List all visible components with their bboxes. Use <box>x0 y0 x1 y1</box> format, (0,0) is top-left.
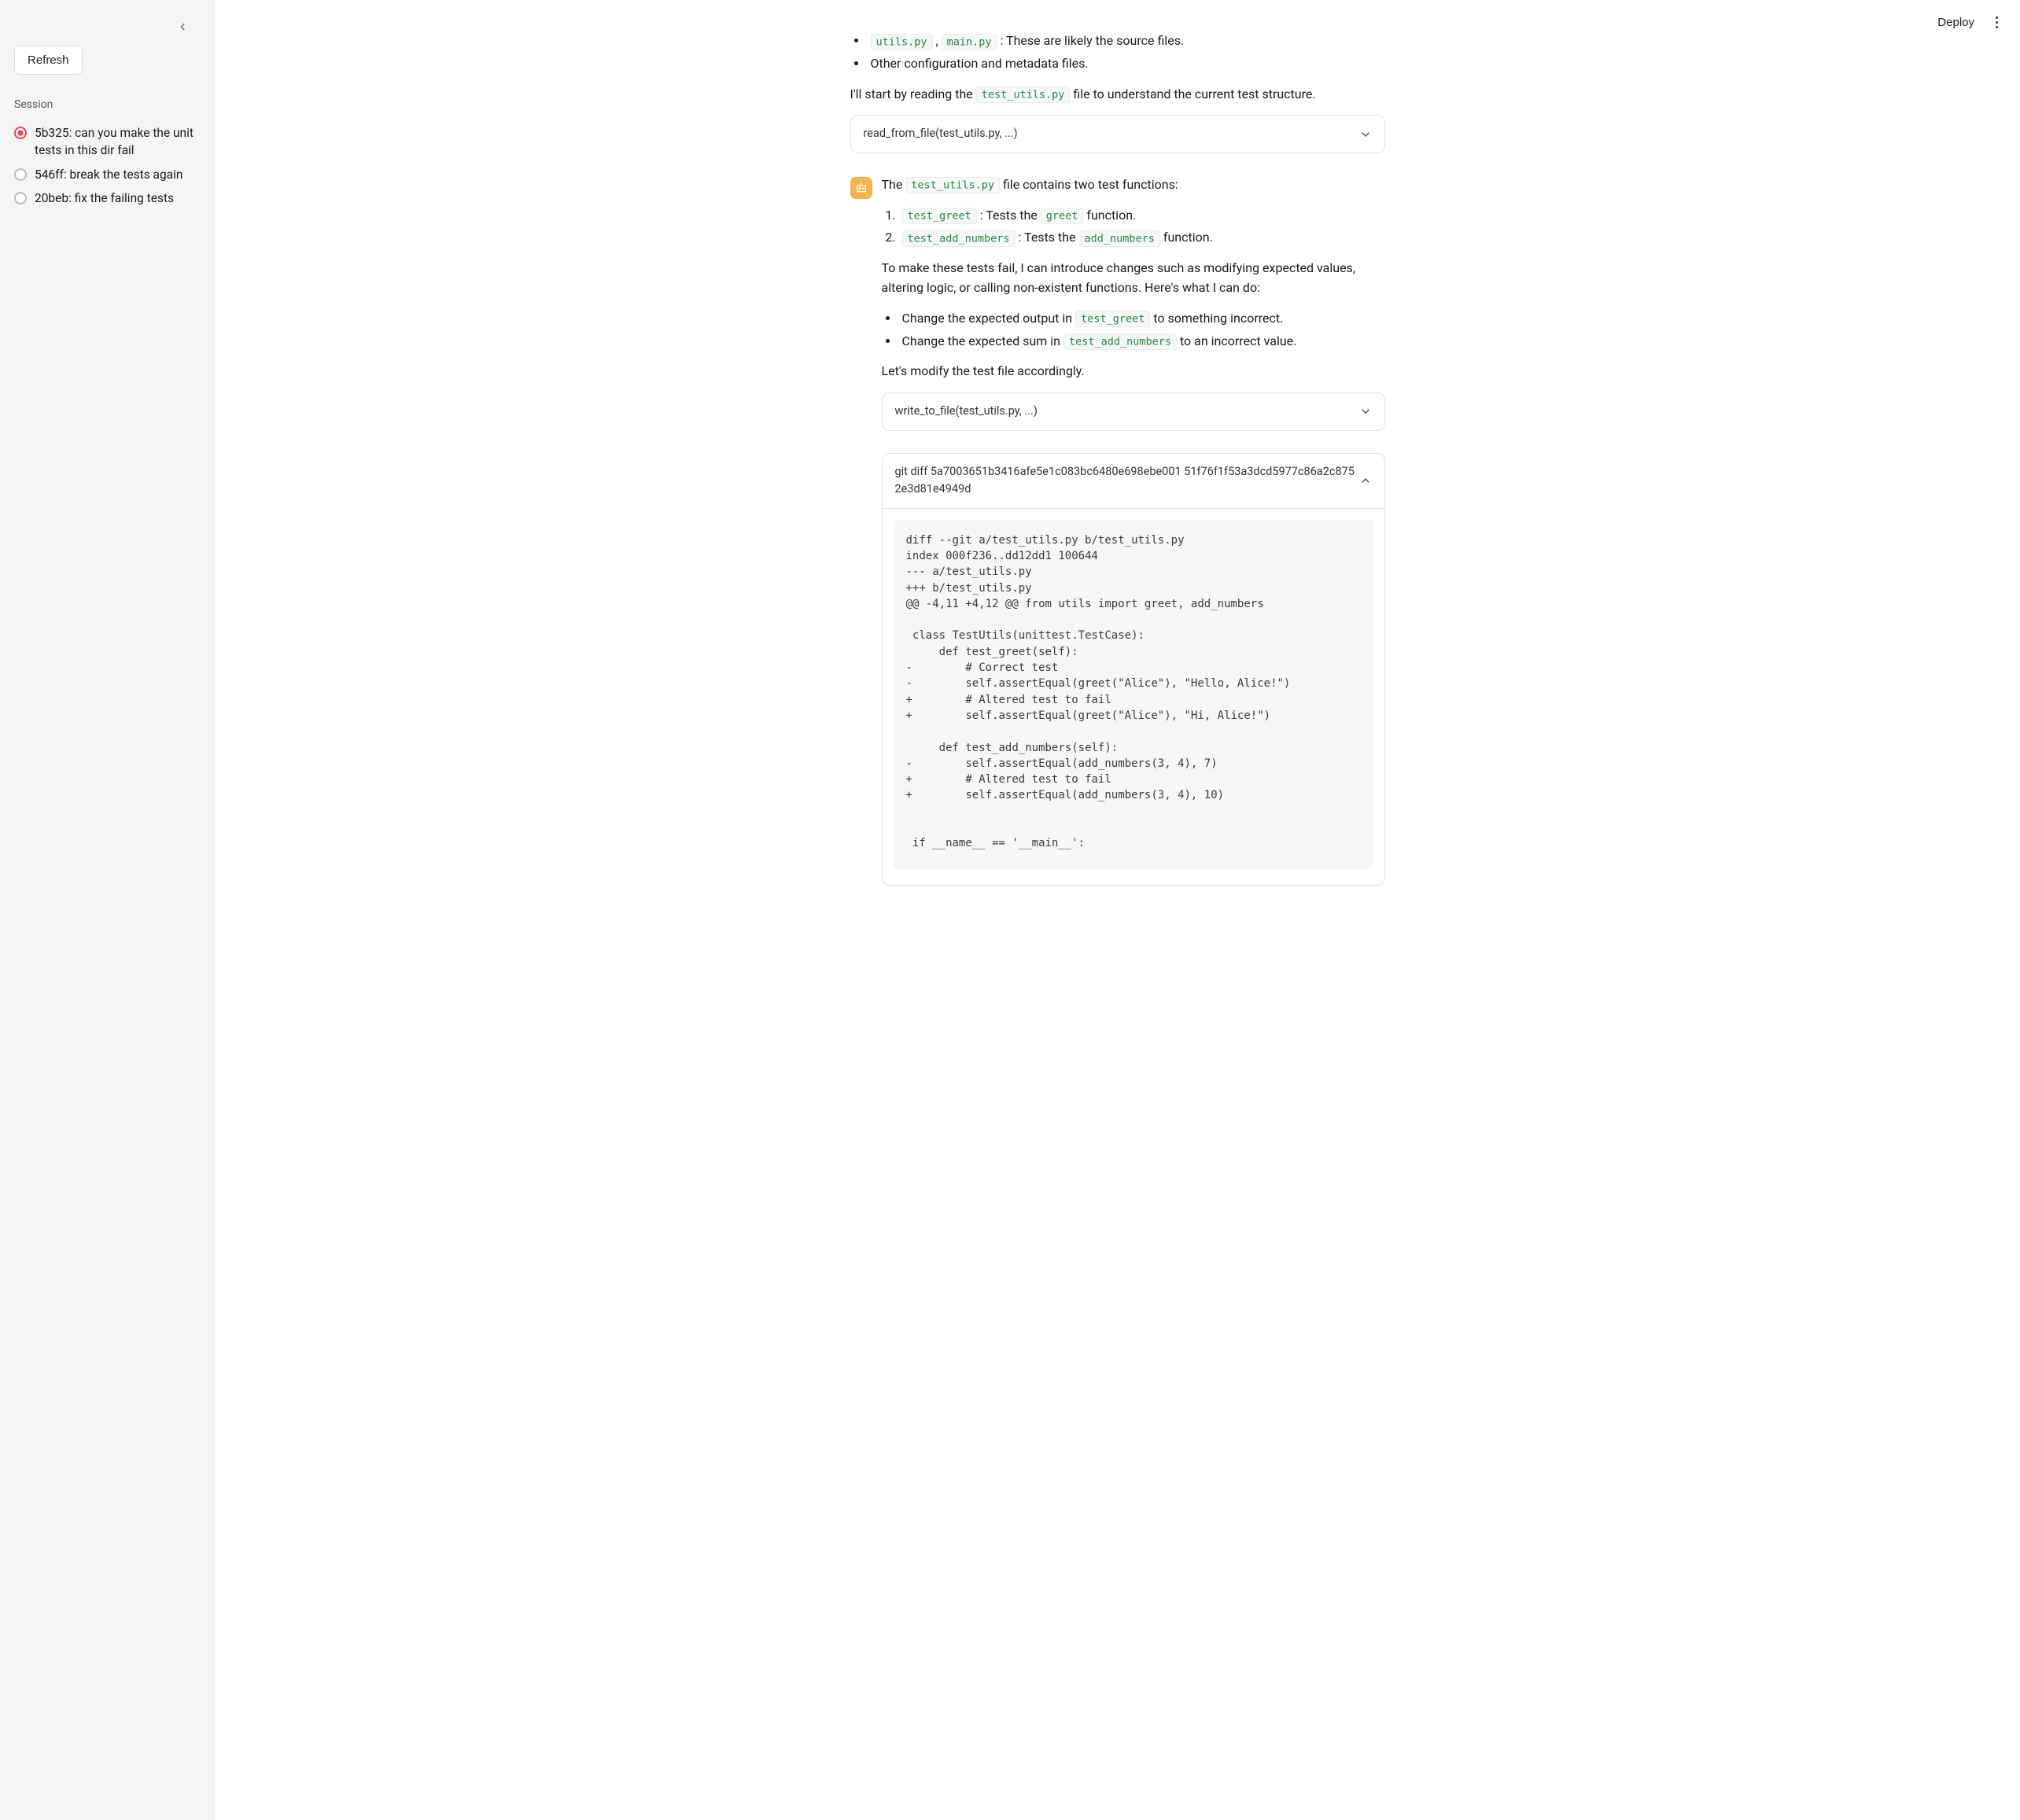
tool-card-header[interactable]: write_to_file(test_utils.py, ...) <box>883 393 1384 429</box>
session-item[interactable]: 546ff: break the tests again <box>14 163 200 186</box>
list-item: Other configuration and metadata files. <box>868 54 1385 74</box>
code-token: main.py <box>942 34 997 50</box>
session-list: 5b325: can you make the unit tests in th… <box>14 121 200 211</box>
code-token: test_greet <box>902 208 977 224</box>
tool-card-read-file: read_from_file(test_utils.py, ...) <box>850 115 1385 153</box>
list-item: test_add_numbers : Tests the add_numbers… <box>899 228 1385 248</box>
main-panel: Deploy utils.py , main.py : These are li… <box>215 0 2020 1820</box>
topbar: Deploy <box>1937 11 2004 33</box>
code-token: test_utils.py <box>905 177 1000 193</box>
session-item-label: 20beb: fix the failing tests <box>35 190 200 207</box>
code-token: greet <box>1041 208 1084 224</box>
session-item[interactable]: 20beb: fix the failing tests <box>14 186 200 210</box>
bot-avatar <box>850 177 872 199</box>
session-heading: Session <box>14 97 200 113</box>
kebab-icon <box>1996 17 1998 19</box>
more-menu-button[interactable] <box>1989 11 2004 33</box>
tool-card-body: diff --git a/test_utils.py b/test_utils.… <box>883 508 1384 885</box>
list-item: Change the expected sum in test_add_numb… <box>899 332 1385 352</box>
diff-output: diff --git a/test_utils.py b/test_utils.… <box>894 520 1373 869</box>
paragraph: The test_utils.py file contains two test… <box>882 175 1385 195</box>
code-token: test_add_numbers <box>1063 333 1177 350</box>
paragraph: To make these tests fail, I can introduc… <box>882 259 1385 298</box>
code-token: test_add_numbers <box>902 230 1016 247</box>
tool-card-header[interactable]: git diff 5a7003651b3416afe5e1c083bc6480e… <box>883 454 1384 508</box>
radio-icon <box>14 192 27 204</box>
list-item: Change the expected output in test_greet… <box>899 309 1385 329</box>
session-item-label: 5b325: can you make the unit tests in th… <box>35 124 200 160</box>
code-token: add_numbers <box>1079 230 1160 247</box>
sidebar: Refresh Session 5b325: can you make the … <box>0 0 215 1820</box>
session-item[interactable]: 5b325: can you make the unit tests in th… <box>14 121 200 163</box>
session-item-label: 546ff: break the tests again <box>35 166 200 183</box>
test-functions-list: test_greet : Tests the greet function. t… <box>899 206 1385 249</box>
radio-icon <box>14 168 27 181</box>
code-token: utils.py <box>871 34 933 50</box>
paragraph: I'll start by reading the test_utils.py … <box>850 85 1385 105</box>
source-files-list: utils.py , main.py : These are likely th… <box>868 31 1385 74</box>
text: : These are likely the source files. <box>1001 33 1185 48</box>
deploy-button[interactable]: Deploy <box>1937 16 1974 29</box>
radio-icon <box>14 127 27 139</box>
paragraph: Let's modify the test file accordingly. <box>882 362 1385 381</box>
list-item: utils.py , main.py : These are likely th… <box>868 31 1385 51</box>
change-plan-list: Change the expected output in test_greet… <box>899 309 1385 352</box>
chevron-left-icon <box>177 21 188 32</box>
tool-card-git-diff: git diff 5a7003651b3416afe5e1c083bc6480e… <box>882 453 1385 886</box>
assistant-message: The test_utils.py file contains two test… <box>850 175 1385 886</box>
refresh-button[interactable]: Refresh <box>14 46 83 75</box>
bot-icon <box>855 182 868 194</box>
tool-call-title: git diff 5a7003651b3416afe5e1c083bc6480e… <box>895 463 1359 499</box>
chevron-up-icon <box>1359 474 1372 487</box>
tool-call-title: write_to_file(test_utils.py, ...) <box>895 403 1038 420</box>
tool-card-write-file: write_to_file(test_utils.py, ...) <box>882 392 1385 430</box>
collapse-sidebar-button[interactable] <box>173 17 192 36</box>
tool-card-header[interactable]: read_from_file(test_utils.py, ...) <box>851 116 1384 152</box>
chevron-down-icon <box>1359 128 1372 141</box>
code-token: test_utils.py <box>976 87 1071 103</box>
text: Other configuration and metadata files. <box>871 56 1089 71</box>
tool-call-title: read_from_file(test_utils.py, ...) <box>864 125 1018 142</box>
chevron-down-icon <box>1359 405 1372 418</box>
code-token: test_greet <box>1075 311 1150 327</box>
list-item: test_greet : Tests the greet function. <box>899 206 1385 226</box>
